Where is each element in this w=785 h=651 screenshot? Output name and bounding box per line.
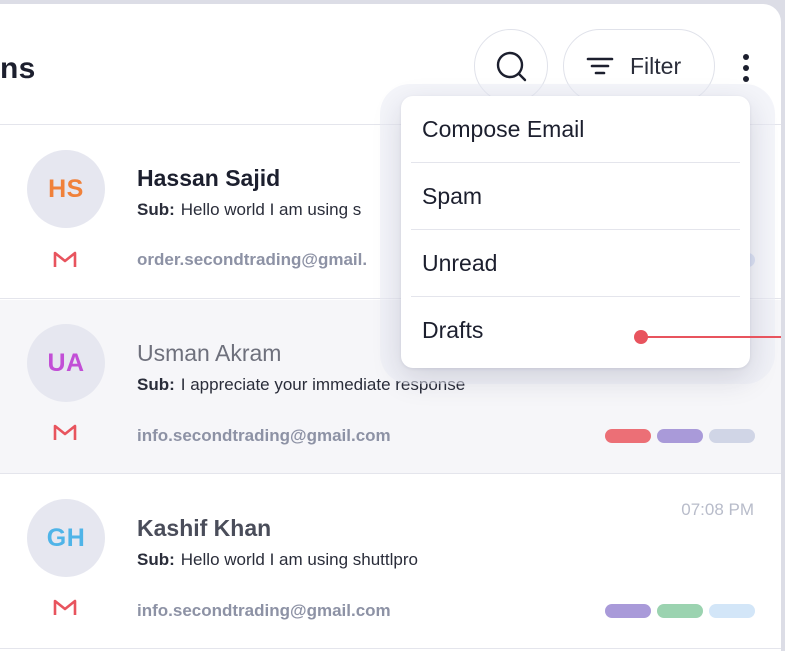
subject-label: Sub: — [137, 550, 175, 569]
menu-item-spam[interactable]: Spam — [411, 163, 740, 230]
filter-label: Filter — [630, 52, 682, 79]
gmail-icon — [53, 424, 77, 440]
tag-pill — [709, 604, 755, 618]
tag-pill — [657, 604, 703, 618]
avatar: UA — [27, 324, 105, 402]
filter-icon — [586, 57, 614, 75]
avatar: HS — [27, 150, 105, 228]
annotation-pointer-line — [645, 336, 781, 338]
subject-text: Hello world I am using s — [180, 200, 362, 219]
tag-pill — [605, 604, 651, 618]
search-icon — [496, 51, 527, 82]
tag-list — [605, 604, 755, 618]
subject-text: Hello world I am using shuttlpro — [180, 550, 418, 569]
subject-label: Sub: — [137, 200, 175, 219]
email-subject: Sub: Hello world I am using shuttlpro — [137, 550, 418, 570]
sender-name: Hassan Sajid — [137, 165, 281, 191]
sender-email: info.secondtrading@gmail.com — [137, 601, 391, 620]
email-subject: Sub: Hello world I am using s — [137, 200, 361, 220]
tag-pill — [657, 429, 703, 443]
tag-pill — [605, 429, 651, 443]
sender-name: Kashif Khan — [137, 515, 272, 541]
avatar: GH — [27, 499, 105, 577]
tag-pill — [709, 429, 755, 443]
email-row[interactable]: GH 07:08 PM Kashif Khan Sub: Hello world … — [0, 475, 781, 649]
subject-label: Sub: — [137, 375, 175, 394]
more-options-button[interactable] — [734, 48, 758, 88]
kebab-menu-icon — [743, 54, 749, 82]
gmail-icon — [53, 599, 77, 615]
more-options-menu: Compose Email Spam Unread Drafts — [401, 96, 750, 368]
menu-item-compose-email[interactable]: Compose Email — [411, 96, 740, 163]
email-time: 07:08 PM — [681, 500, 754, 519]
menu-item-unread[interactable]: Unread — [411, 230, 740, 297]
tag-list — [605, 429, 755, 443]
sender-email: info.secondtrading@gmail.com — [137, 426, 391, 445]
menu-item-drafts[interactable]: Drafts — [411, 297, 740, 364]
sender-email: order.secondtrading@gmail. — [137, 250, 368, 269]
sender-name: Usman Akram — [137, 340, 282, 366]
inbox-panel: ns Filter HS Hassan Sajid Sub: Hello wor… — [0, 4, 781, 651]
page-title: ns — [0, 52, 36, 85]
gmail-icon — [53, 251, 77, 267]
